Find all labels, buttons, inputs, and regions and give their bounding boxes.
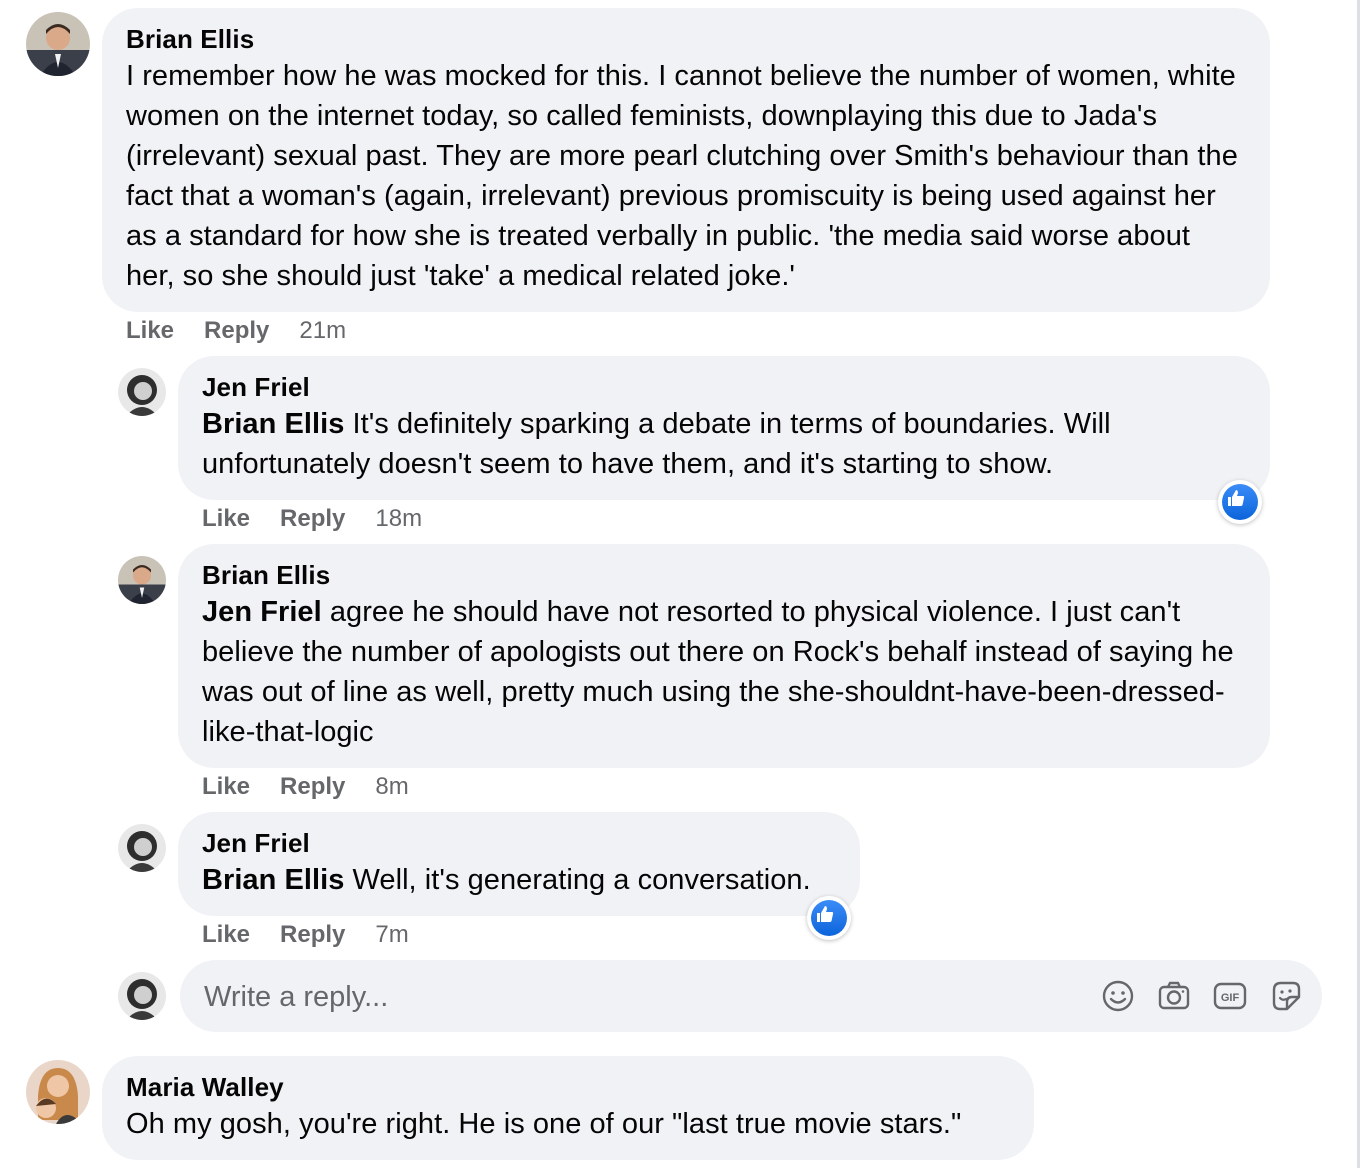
mention-link[interactable]: Brian Ellis xyxy=(202,408,344,440)
reply-button[interactable]: Reply xyxy=(280,505,345,532)
like-button[interactable]: Like xyxy=(126,317,174,344)
like-button[interactable]: Like xyxy=(202,773,250,800)
comment-author[interactable]: Jen Friel xyxy=(202,826,836,860)
comment-text: Oh my gosh, you're right. He is one of o… xyxy=(126,1108,962,1140)
comment-author[interactable]: Maria Walley xyxy=(126,1070,1010,1104)
comment-actions: Like Reply 8m xyxy=(202,772,409,802)
mention-link[interactable]: Jen Friel xyxy=(202,596,322,628)
comment-text: Jen Friel agree he should have not resor… xyxy=(202,592,1246,752)
comment-author[interactable]: Jen Friel xyxy=(202,370,1246,404)
reply-button[interactable]: Reply xyxy=(280,773,345,800)
svg-text:GIF: GIF xyxy=(1221,992,1240,1004)
comment-text: Brian Ellis Well, it's generating a conv… xyxy=(202,860,836,900)
mention-link[interactable]: Brian Ellis xyxy=(202,864,344,896)
emoji-icon[interactable] xyxy=(1100,978,1136,1014)
comment-timestamp[interactable]: 21m xyxy=(299,317,346,344)
avatar-maria-walley[interactable] xyxy=(26,1060,90,1124)
reply-bubble: Brian Ellis Jen Friel agree he should ha… xyxy=(178,544,1270,768)
avatar-jen-friel[interactable] xyxy=(118,824,166,872)
comment-author[interactable]: Brian Ellis xyxy=(202,558,1246,592)
reply-bubble: Jen Friel Brian Ellis Well, it's generat… xyxy=(178,812,860,916)
comment-timestamp[interactable]: 7m xyxy=(375,921,408,948)
comment-actions: Like Reply 7m xyxy=(202,920,409,950)
camera-icon[interactable] xyxy=(1156,978,1192,1014)
reply-bubble: Jen Friel Brian Ellis It's definitely sp… xyxy=(178,356,1270,500)
like-button[interactable]: Like xyxy=(202,505,250,532)
reply-button[interactable]: Reply xyxy=(204,317,269,344)
avatar-current-user[interactable] xyxy=(118,972,166,1020)
comment-actions: Like Reply 21m xyxy=(126,316,346,346)
like-button[interactable]: Like xyxy=(202,921,250,948)
comment-timestamp[interactable]: 18m xyxy=(375,505,422,532)
reply-composer: GIF xyxy=(180,960,1322,1032)
comment-body: Well, it's generating a conversation. xyxy=(344,864,811,896)
like-reaction-icon[interactable] xyxy=(1218,480,1262,524)
comment-bubble: Maria Walley Oh my gosh, you're right. H… xyxy=(102,1056,1034,1160)
comment-body: agree he should have not resorted to phy… xyxy=(202,596,1234,748)
comment-timestamp[interactable]: 8m xyxy=(375,773,408,800)
reply-input[interactable] xyxy=(202,974,1066,1020)
avatar-brian-ellis[interactable] xyxy=(118,556,166,604)
comment-actions: Like Reply 18m xyxy=(202,504,422,534)
reply-button[interactable]: Reply xyxy=(280,921,345,948)
like-reaction-icon[interactable] xyxy=(807,896,851,940)
comment-text: Brian Ellis It's definitely sparking a d… xyxy=(202,404,1246,484)
comment-text: I remember how he was mocked for this. I… xyxy=(126,60,1238,292)
avatar-jen-friel[interactable] xyxy=(118,368,166,416)
gif-icon[interactable]: GIF xyxy=(1212,978,1248,1014)
sticker-icon[interactable] xyxy=(1268,978,1304,1014)
comment-bubble: Brian Ellis I remember how he was mocked… xyxy=(102,8,1270,312)
comment-author[interactable]: Brian Ellis xyxy=(126,22,1246,56)
avatar-brian-ellis[interactable] xyxy=(26,12,90,76)
